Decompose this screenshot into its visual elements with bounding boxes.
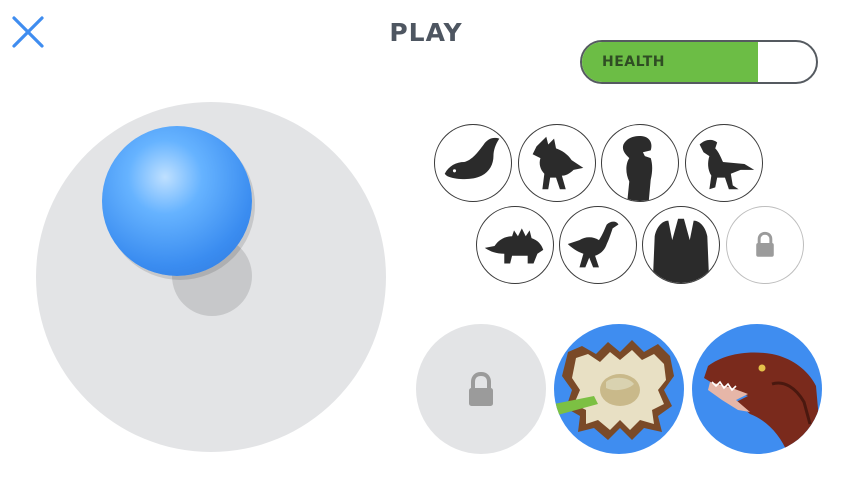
velociraptor-head-photo [692, 324, 822, 454]
dilophosaurus-icon [532, 136, 584, 190]
dino-button-dilophosaurus[interactable] [518, 124, 596, 202]
health-bar: HEALTH [580, 40, 818, 84]
dilophosaurus-frill-photo [554, 324, 684, 454]
action-button-raptor[interactable] [692, 324, 822, 454]
t-rex-icon [622, 135, 653, 201]
dino-button-compsognathus[interactable] [559, 206, 637, 284]
dino-button-locked [726, 206, 804, 284]
dinosaur-footprint-icon [652, 218, 710, 283]
lock-icon [469, 371, 493, 406]
lock-icon [756, 231, 774, 257]
dino-button-footprint[interactable] [642, 206, 720, 284]
dino-button-raptor[interactable] [685, 124, 763, 202]
action-button-frill[interactable] [554, 324, 684, 454]
compsognathus-icon [567, 221, 619, 268]
raptor-icon [699, 139, 755, 190]
dinosaur-head-icon [444, 137, 500, 180]
joystick-knob[interactable] [102, 126, 252, 276]
dino-button-head[interactable] [434, 124, 512, 202]
stegosaurus-icon [484, 228, 544, 264]
dino-button-stegosaurus[interactable] [476, 206, 554, 284]
health-label: HEALTH [602, 54, 665, 70]
dino-button-t-rex[interactable] [601, 124, 679, 202]
action-button-locked [416, 324, 546, 454]
